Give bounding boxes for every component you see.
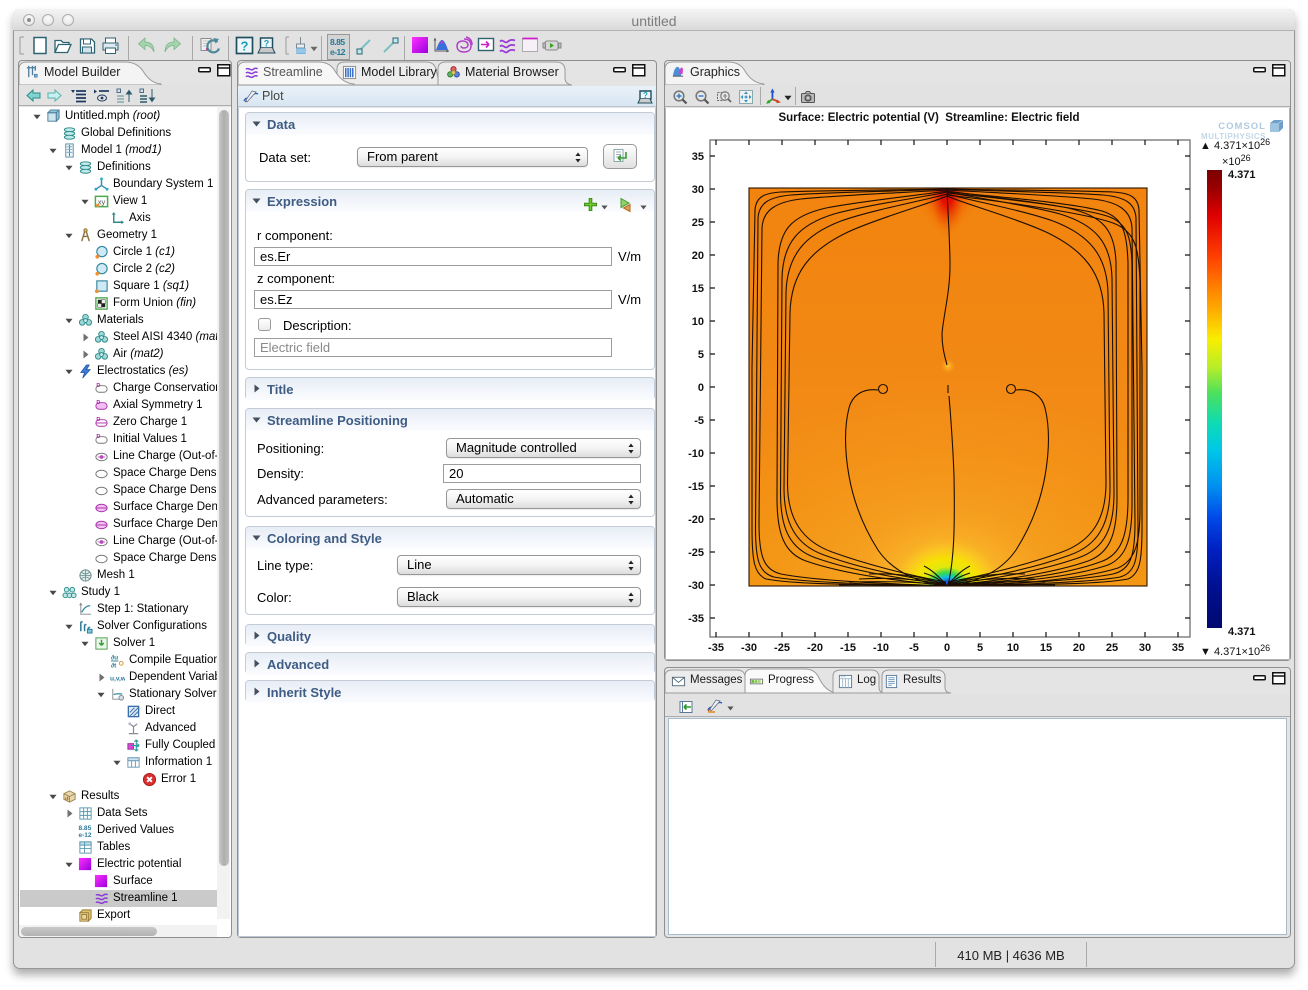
svg-text:-10: -10 bbox=[873, 642, 889, 654]
svg-text:-25: -25 bbox=[774, 642, 790, 654]
svg-text:30: 30 bbox=[1139, 642, 1151, 654]
svg-text:4.371: 4.371 bbox=[1228, 626, 1256, 638]
svg-text:-20: -20 bbox=[688, 514, 704, 526]
svg-text:-30: -30 bbox=[741, 642, 757, 654]
svg-text:10: 10 bbox=[1007, 642, 1019, 654]
svg-text:COMSOL: COMSOL bbox=[1218, 121, 1266, 132]
svg-text:▲ 4.371×1026: ▲ 4.371×1026 bbox=[1200, 137, 1270, 152]
svg-text:∂t: ∂t bbox=[111, 663, 117, 668]
svg-text:15: 15 bbox=[1040, 642, 1052, 654]
svg-text:-15: -15 bbox=[840, 642, 856, 654]
svg-text:10: 10 bbox=[692, 316, 704, 328]
svg-text:-30: -30 bbox=[688, 580, 704, 592]
svg-text:-5: -5 bbox=[909, 642, 919, 654]
svg-text:5: 5 bbox=[977, 642, 983, 654]
svg-text:D: D bbox=[96, 400, 100, 406]
svg-text:20: 20 bbox=[1073, 642, 1085, 654]
svg-text:20: 20 bbox=[692, 250, 704, 262]
svg-text:×1026: ×1026 bbox=[1222, 153, 1251, 168]
svg-text:D: D bbox=[96, 417, 100, 423]
svg-text:?: ? bbox=[264, 39, 270, 49]
svg-text:25: 25 bbox=[1106, 642, 1118, 654]
svg-text:35: 35 bbox=[692, 151, 704, 163]
svg-text:-10: -10 bbox=[688, 448, 704, 460]
svg-text:0: 0 bbox=[944, 642, 950, 654]
svg-text:▼ 4.371×1026: ▼ 4.371×1026 bbox=[1200, 643, 1270, 658]
svg-text:?: ? bbox=[643, 91, 648, 100]
svg-text:8.85: 8.85 bbox=[78, 825, 91, 832]
svg-text:-35: -35 bbox=[688, 613, 704, 625]
svg-text:15: 15 bbox=[692, 283, 704, 295]
svg-text:5: 5 bbox=[698, 349, 704, 361]
svg-text:-25: -25 bbox=[688, 547, 704, 559]
svg-text:-5: -5 bbox=[694, 415, 704, 427]
svg-text:Surface: Electric potential (V: Surface: Electric potential (V) Streamli… bbox=[778, 112, 1079, 124]
svg-text:0: 0 bbox=[698, 382, 704, 394]
svg-text:4.371: 4.371 bbox=[1228, 169, 1256, 181]
svg-text:e-12: e-12 bbox=[78, 832, 91, 838]
svg-text:-15: -15 bbox=[688, 481, 704, 493]
svg-text:?: ? bbox=[241, 39, 249, 54]
svg-text:25: 25 bbox=[692, 217, 704, 229]
svg-text:-35: -35 bbox=[708, 642, 724, 654]
svg-text:D: D bbox=[96, 434, 100, 440]
svg-text:-20: -20 bbox=[807, 642, 823, 654]
svg-text:D: D bbox=[96, 383, 100, 389]
svg-text:30: 30 bbox=[692, 184, 704, 196]
svg-text:u,v,w: u,v,w bbox=[110, 675, 125, 682]
svg-text:35: 35 bbox=[1172, 642, 1184, 654]
